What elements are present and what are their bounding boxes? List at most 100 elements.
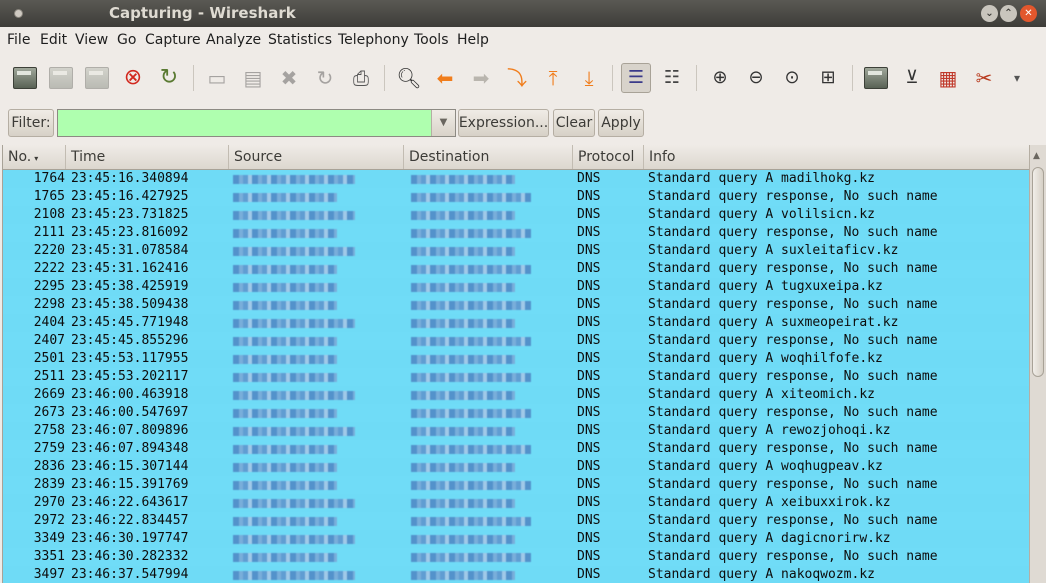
capture-filters-icon[interactable] xyxy=(861,63,891,93)
cell-info: Standard query A woqhilfofe.kz xyxy=(648,351,883,366)
table-row[interactable]: 2839 23:46:15.391769 DNS Standard query res… xyxy=(3,476,1030,494)
cell-time: 23:45:38.425919 xyxy=(71,279,189,294)
table-row[interactable]: 2111 23:45:23.816092 DNS Standard query res… xyxy=(3,224,1030,242)
table-row[interactable]: 2407 23:45:45.855296 DNS Standard query res… xyxy=(3,332,1030,350)
cell-protocol: DNS xyxy=(577,387,601,402)
table-row[interactable]: 2501 23:45:53.117955 DNS Standard query A w… xyxy=(3,350,1030,368)
vertical-scrollbar[interactable]: ▲ xyxy=(1029,145,1046,583)
more-icon[interactable]: ▾ xyxy=(1005,63,1029,93)
print-icon[interactable]: ⎙ xyxy=(346,63,376,93)
filter-button[interactable]: Filter: xyxy=(8,109,54,137)
cell-info: Standard query response, No such name xyxy=(648,441,938,456)
column-protocol[interactable]: Protocol xyxy=(573,145,644,169)
column-time[interactable]: Time xyxy=(66,145,229,169)
table-row[interactable]: 3497 23:46:37.547994 DNS Standard query A n… xyxy=(3,566,1030,583)
cell-destination-redacted xyxy=(411,553,531,562)
cell-no: 2222 xyxy=(33,261,65,276)
cell-time: 23:46:07.894348 xyxy=(71,441,189,456)
coloring-rules-icon[interactable]: ▦ xyxy=(933,63,963,93)
find-icon[interactable]: 🔍︎ xyxy=(394,63,424,93)
cell-info: Standard query A suxmeopeirat.kz xyxy=(648,315,899,330)
clear-button[interactable]: Clear xyxy=(553,109,595,137)
table-row[interactable]: 2669 23:46:00.463918 DNS Standard query A x… xyxy=(3,386,1030,404)
cell-time: 23:45:16.427925 xyxy=(71,189,189,204)
open-icon[interactable]: ▭ xyxy=(202,63,232,93)
table-row[interactable]: 2972 23:46:22.834457 DNS Standard query res… xyxy=(3,512,1030,530)
minimize-icon[interactable]: ⌄ xyxy=(981,5,998,22)
chevron-down-icon[interactable]: ▼ xyxy=(431,110,455,136)
restart-icon[interactable]: ↻ xyxy=(154,63,184,93)
display-filters-icon[interactable]: ⊻ xyxy=(897,63,927,93)
table-row[interactable]: 2759 23:46:07.894348 DNS Standard query res… xyxy=(3,440,1030,458)
column-info[interactable]: Info xyxy=(644,145,1030,169)
cell-no: 2839 xyxy=(33,477,65,492)
column-source[interactable]: Source xyxy=(229,145,404,169)
cell-no: 2108 xyxy=(33,207,65,222)
menu-go[interactable]: Go xyxy=(117,32,136,48)
save-icon[interactable]: ▤ xyxy=(238,63,268,93)
menu-view[interactable]: View xyxy=(75,32,108,48)
resize-columns-icon[interactable]: ⊞ xyxy=(813,63,843,93)
close-window-icon[interactable]: ✕ xyxy=(1020,5,1037,22)
menu-tools[interactable]: Tools xyxy=(414,32,449,48)
table-row[interactable]: 2970 23:46:22.643617 DNS Standard query A x… xyxy=(3,494,1030,512)
column-no[interactable]: No. ▾ xyxy=(3,145,66,169)
cell-source-redacted xyxy=(233,175,355,184)
table-row[interactable]: 1764 23:45:16.340894 DNS Standard query A m… xyxy=(3,170,1030,188)
table-row[interactable]: 2298 23:45:38.509438 DNS Standard query res… xyxy=(3,296,1030,314)
menu-help[interactable]: Help xyxy=(457,32,489,48)
window-menu-icon[interactable] xyxy=(14,9,23,18)
options-icon[interactable] xyxy=(46,63,76,93)
cell-protocol: DNS xyxy=(577,171,601,186)
table-row[interactable]: 2108 23:45:23.731825 DNS Standard query A v… xyxy=(3,206,1030,224)
zoom-out-icon[interactable]: ⊖ xyxy=(741,63,771,93)
table-row[interactable]: 2222 23:45:31.162416 DNS Standard query res… xyxy=(3,260,1030,278)
cell-time: 23:45:23.816092 xyxy=(71,225,189,240)
menu-analyze[interactable]: Analyze xyxy=(206,32,261,48)
menu-statistics[interactable]: Statistics xyxy=(268,32,332,48)
table-row[interactable]: 2758 23:46:07.809896 DNS Standard query A r… xyxy=(3,422,1030,440)
autoscroll-icon[interactable]: ☷ xyxy=(657,63,687,93)
table-row[interactable]: 2836 23:46:15.307144 DNS Standard query A w… xyxy=(3,458,1030,476)
zoom-in-icon[interactable]: ⊕ xyxy=(705,63,735,93)
close-icon[interactable]: ✖ xyxy=(274,63,304,93)
interfaces-icon[interactable] xyxy=(10,63,40,93)
cell-source-redacted xyxy=(233,427,355,436)
forward-icon[interactable]: ➡ xyxy=(466,63,496,93)
first-icon[interactable]: ⤒ xyxy=(538,63,568,93)
column-destination[interactable]: Destination xyxy=(404,145,573,169)
preferences-icon[interactable]: ✂ xyxy=(969,63,999,93)
back-icon[interactable]: ⬅ xyxy=(430,63,460,93)
stop-icon[interactable]: ⊗ xyxy=(118,63,148,93)
reload-icon[interactable]: ↻ xyxy=(310,63,340,93)
scrollbar-thumb[interactable] xyxy=(1032,167,1044,377)
cell-time: 23:46:37.547994 xyxy=(71,567,189,582)
filter-input[interactable]: ▼ xyxy=(57,109,456,137)
goto-icon[interactable]: ⤵ xyxy=(502,63,532,93)
cell-destination-redacted xyxy=(411,499,515,508)
table-row[interactable]: 3351 23:46:30.282332 DNS Standard query res… xyxy=(3,548,1030,566)
expression-button[interactable]: Expression... xyxy=(458,109,549,137)
table-row[interactable]: 2673 23:46:00.547697 DNS Standard query res… xyxy=(3,404,1030,422)
scroll-up-icon[interactable]: ▲ xyxy=(1033,151,1040,161)
menu-file[interactable]: File xyxy=(7,32,30,48)
menu-telephony[interactable]: Telephony xyxy=(338,32,409,48)
table-row[interactable]: 3349 23:46:30.197747 DNS Standard query A d… xyxy=(3,530,1030,548)
main-toolbar: ⊗ ↻ ▭ ▤ ✖ ↻ ⎙ 🔍︎ ⬅ ➡ ⤵ ⤒ ⤓ ☰ ☷ ⊕ ⊖ ⊙ ⊞ ⊻… xyxy=(0,53,1046,103)
table-row[interactable]: 2220 23:45:31.078584 DNS Standard query A s… xyxy=(3,242,1030,260)
table-row[interactable]: 2404 23:45:45.771948 DNS Standard query A s… xyxy=(3,314,1030,332)
table-row[interactable]: 2295 23:45:38.425919 DNS Standard query A t… xyxy=(3,278,1030,296)
cell-no: 2972 xyxy=(33,513,65,528)
maximize-icon[interactable]: ⌃ xyxy=(1000,5,1017,22)
apply-button[interactable]: Apply xyxy=(598,109,644,137)
table-row[interactable]: 1765 23:45:16.427925 DNS Standard query res… xyxy=(3,188,1030,206)
table-row[interactable]: 2511 23:45:53.202117 DNS Standard query res… xyxy=(3,368,1030,386)
cell-source-redacted xyxy=(233,463,337,472)
packet-list[interactable]: No. ▾ Time Source Destination Protocol In… xyxy=(2,145,1046,583)
zoom-normal-icon[interactable]: ⊙ xyxy=(777,63,807,93)
menu-capture[interactable]: Capture xyxy=(145,32,201,48)
last-icon[interactable]: ⤓ xyxy=(574,63,604,93)
menu-edit[interactable]: Edit xyxy=(40,32,67,48)
start-icon[interactable] xyxy=(82,63,112,93)
colorize-icon[interactable]: ☰ xyxy=(621,63,651,93)
